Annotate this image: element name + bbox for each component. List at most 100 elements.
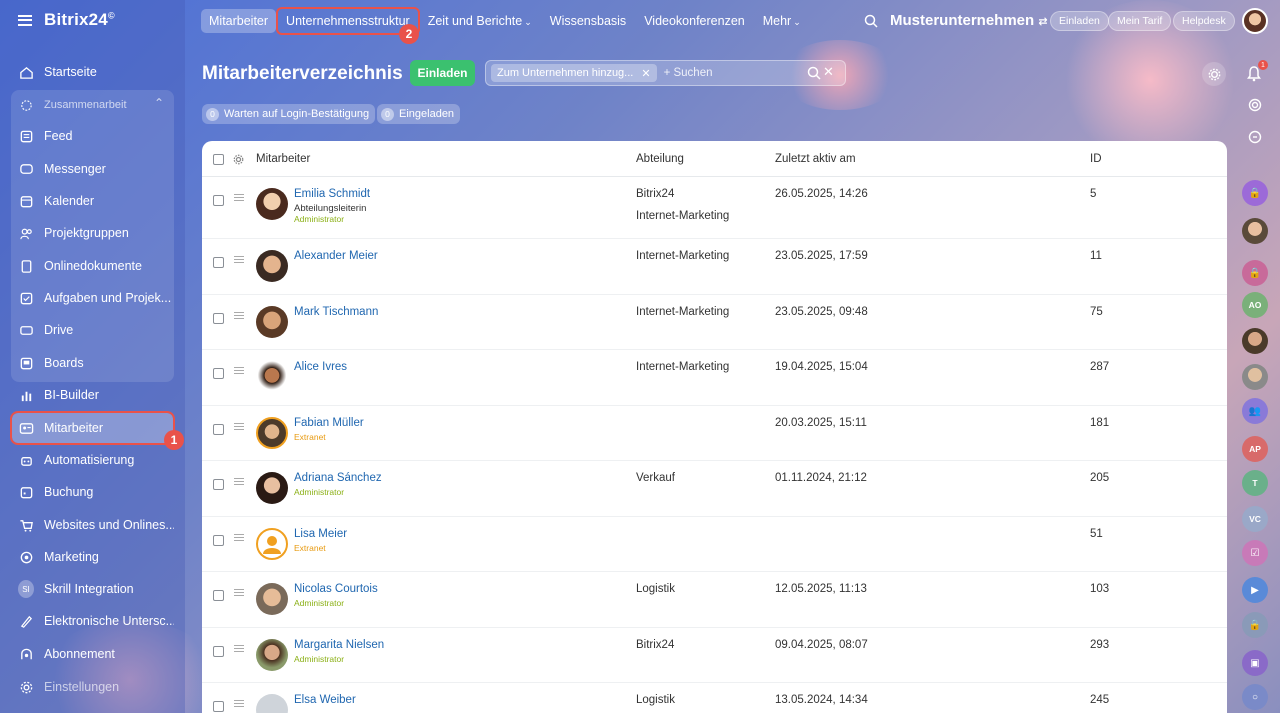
row-checkbox[interactable] <box>213 195 224 206</box>
employee-name-link[interactable]: Emilia Schmidt <box>294 188 370 200</box>
drag-handle-icon[interactable] <box>234 589 244 596</box>
tab-videokonferenzen[interactable]: Videokonferenzen <box>636 9 753 33</box>
employee-name-link[interactable]: Nicolas Courtois <box>294 583 378 595</box>
drag-handle-icon[interactable] <box>234 194 244 201</box>
table-row[interactable]: Emilia Schmidt Abteilungsleiterin Administ… <box>202 177 1227 239</box>
sidebar-item-kalender[interactable]: Kalender <box>12 186 174 216</box>
drag-handle-icon[interactable] <box>234 534 244 541</box>
drag-handle-icon[interactable] <box>234 645 244 652</box>
tab-zeit-und-berichte[interactable]: Zeit und Berichte ⌄ <box>420 9 540 33</box>
row-checkbox[interactable] <box>213 535 224 546</box>
target-icon[interactable] <box>1248 98 1262 112</box>
employee-name-link[interactable]: Alexander Meier <box>294 250 378 262</box>
search-icon[interactable] <box>807 66 821 80</box>
avatar[interactable] <box>256 188 288 220</box>
employee-name-link[interactable]: Lisa Meier <box>294 528 347 540</box>
employee-name-link[interactable]: Elsa Weiber <box>294 694 356 706</box>
avatar[interactable] <box>256 694 288 713</box>
filter-chip[interactable]: Zum Unternehmen hinzug... ✕ <box>491 64 657 82</box>
sidebar-item-messenger[interactable]: Messenger <box>12 154 174 184</box>
row-checkbox[interactable] <box>213 646 224 657</box>
sidebar-item-marketing[interactable]: Marketing <box>12 542 174 572</box>
row-checkbox[interactable] <box>213 368 224 379</box>
column-header-abteilung[interactable]: Abteilung <box>636 153 684 165</box>
drag-handle-icon[interactable] <box>234 256 244 263</box>
close-icon[interactable]: ✕ <box>641 67 650 80</box>
drag-handle-icon[interactable] <box>234 423 244 430</box>
filter-search-bar[interactable]: Zum Unternehmen hinzug... ✕ <box>485 60 846 86</box>
company-name[interactable]: Musterunternehmen ⇄ <box>890 12 1048 29</box>
sidebar-item-feed[interactable]: Feed <box>12 121 174 151</box>
sidebar-item-boards[interactable]: Boards <box>12 348 174 378</box>
avatar-initials[interactable]: AO <box>1242 292 1268 318</box>
avatar-initials[interactable]: VC <box>1242 506 1268 532</box>
tab-unternehmensstruktur[interactable]: Unternehmensstruktur <box>276 7 420 35</box>
sidebar-item-websites-und-onlines[interactable]: Websites und Onlines... <box>12 510 174 540</box>
avatar[interactable] <box>256 639 288 671</box>
avatar[interactable] <box>1242 218 1268 244</box>
avatar[interactable] <box>256 528 288 560</box>
employee-name-link[interactable]: Alice Ivres <box>294 361 347 373</box>
table-row[interactable]: Alice Ivres Internet-Marketing 19.04.2025,… <box>202 350 1227 406</box>
logo[interactable]: Bitrix24© <box>44 10 115 30</box>
menu-icon[interactable] <box>18 14 32 26</box>
employee-name-link[interactable]: Adriana Sánchez <box>294 472 382 484</box>
sidebar-item-einstellungen[interactable]: Einstellungen <box>12 672 174 702</box>
lock-chat-icon[interactable]: 🔒 <box>1242 180 1268 206</box>
sidebar-item-aufgaben-und-projek[interactable]: Aufgaben und Projek... <box>12 283 174 313</box>
video-icon[interactable]: ▶ <box>1242 577 1268 603</box>
chevron-up-icon[interactable]: ⌃ <box>154 96 164 110</box>
settings-gear-icon[interactable] <box>1202 62 1226 86</box>
search-icon[interactable] <box>864 14 878 28</box>
tab-wissensbasis[interactable]: Wissensbasis <box>542 9 634 33</box>
tab-mitarbeiter[interactable]: Mitarbeiter <box>201 9 277 33</box>
tab-mehr[interactable]: Mehr ⌄ <box>755 9 809 33</box>
employee-name-link[interactable]: Margarita Nielsen <box>294 639 384 651</box>
avatar[interactable] <box>256 306 288 338</box>
sidebar-item-onlinedokumente[interactable]: Onlinedokumente <box>12 251 174 281</box>
sidebar-item-skrill-integration[interactable]: SI Skrill Integration <box>12 574 174 604</box>
sidebar-item-buchung[interactable]: Buchung <box>12 477 174 507</box>
sidebar-item-elektronische-untersc[interactable]: Elektronische Untersc... <box>12 606 174 636</box>
drag-handle-icon[interactable] <box>234 312 244 319</box>
avatar-initials[interactable]: AP <box>1242 436 1268 462</box>
group-chat-icon[interactable]: 👥 <box>1242 398 1268 424</box>
sidebar-item-drive[interactable]: Drive <box>12 315 174 345</box>
avatar[interactable] <box>1242 364 1268 390</box>
pending-login-counter[interactable]: 0 Warten auf Login-Bestätigung <box>202 104 376 124</box>
employee-name-link[interactable]: Fabian Müller <box>294 417 364 429</box>
column-header-zuletzt-aktiv[interactable]: Zuletzt aktiv am <box>775 153 856 165</box>
row-checkbox[interactable] <box>213 313 224 324</box>
table-row[interactable]: Nicolas Courtois Administrator Logistik 12.… <box>202 572 1227 628</box>
sidebar-item-bi-builder[interactable]: BI-Builder <box>12 380 174 410</box>
avatar[interactable] <box>256 361 288 393</box>
avatar[interactable] <box>256 472 288 504</box>
avatar[interactable] <box>256 583 288 615</box>
column-settings-icon[interactable] <box>233 154 244 165</box>
sidebar-item-automatisierung[interactable]: Automatisierung <box>12 445 174 475</box>
chat-icon[interactable]: ○ <box>1242 684 1268 710</box>
table-row[interactable]: Lisa Meier Extranet 51 <box>202 517 1227 572</box>
table-row[interactable]: Mark Tischmann Internet-Marketing 23.05.20… <box>202 295 1227 350</box>
my-plan-button[interactable]: Mein Tarif <box>1108 11 1172 31</box>
lock-chat-icon[interactable]: 🔒 <box>1242 612 1268 638</box>
drag-handle-icon[interactable] <box>234 478 244 485</box>
column-header-id[interactable]: ID <box>1090 153 1102 165</box>
column-header-mitarbeiter[interactable]: Mitarbeiter <box>256 153 310 165</box>
search-input[interactable] <box>663 67 794 79</box>
sidebar-item-zusammenarbeit[interactable]: Zusammenarbeit ⌃ <box>12 90 174 120</box>
row-checkbox[interactable] <box>213 701 224 712</box>
sidebar-item-projektgruppen[interactable]: Projektgruppen <box>12 218 174 248</box>
search-chat-icon[interactable] <box>1248 130 1262 144</box>
drag-handle-icon[interactable] <box>234 367 244 374</box>
row-checkbox[interactable] <box>213 257 224 268</box>
table-row[interactable]: Adriana Sánchez Administrator Verkauf 01.11… <box>202 461 1227 517</box>
task-chat-icon[interactable]: ☑ <box>1242 540 1268 566</box>
pin-chat-icon[interactable]: ▣ <box>1242 650 1268 676</box>
drag-handle-icon[interactable] <box>234 700 244 707</box>
helpdesk-button[interactable]: Helpdesk <box>1173 11 1235 31</box>
table-row[interactable]: Margarita Nielsen Administrator Bitrix24 09… <box>202 628 1227 683</box>
table-row[interactable]: Elsa Weiber Logistik 13.05.2024, 14:34 245 <box>202 683 1227 713</box>
invite-button[interactable]: Einladen <box>410 60 475 86</box>
avatar[interactable] <box>256 417 288 449</box>
